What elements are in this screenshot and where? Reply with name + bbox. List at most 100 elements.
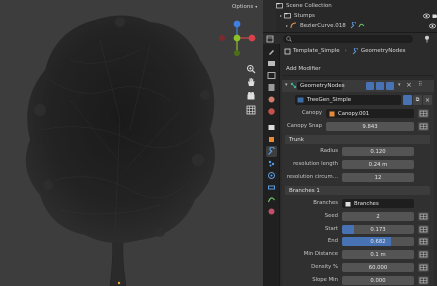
branches-collection-field[interactable]: Branches [342,199,414,208]
tab-tool[interactable] [266,46,277,57]
chevron-right-icon: › [344,48,347,54]
tab-modifiers[interactable] [266,146,277,157]
radius-value: 0.120 [370,148,386,155]
properties-tabs [263,44,280,286]
zoom-icon[interactable] [245,63,256,74]
slope-min-label: Slope Min [312,277,338,283]
canopy-object-field[interactable]: Canopy.001 [326,109,414,118]
search-icon [286,36,292,42]
modifier-header[interactable]: ▾ GeometryNodes ▾ × ⠿ [282,80,434,92]
canopy-value: Canopy.001 [338,110,370,117]
attribute-toggle-icon[interactable] [418,122,429,131]
trunk-section-label: Trunk [289,136,304,143]
collection-icon [345,201,351,206]
y-axis-icon [233,34,241,42]
hand-pan-icon[interactable] [245,76,256,87]
axis-gizmo[interactable] [217,20,257,58]
outliner-row-stumps[interactable]: ▸ Stumps [280,11,437,20]
attribute-toggle-icon[interactable] [418,250,429,259]
curve-object-icon [290,22,297,29]
attribute-toggle-icon[interactable] [418,109,429,118]
resolution-circumference-label: resolution circum… [286,174,338,180]
tab-scene[interactable] [266,94,277,105]
geometry-nodes-modifier-panel: ▾ GeometryNodes ▾ × ⠿ TreeGen_Simple ⧉ ×… [282,80,434,286]
slope-min-field[interactable]: 0.000 [342,276,414,285]
canopy-snap-field[interactable]: 9.843 [326,122,414,131]
density-field[interactable]: 60.000 [342,263,414,272]
density-value: 60.000 [368,264,388,271]
min-distance-field[interactable]: 0.1 m [342,250,414,259]
branches-value: Branches [354,200,379,207]
tab-output[interactable] [266,70,277,81]
eye-icon[interactable] [423,13,430,19]
radius-label: Radius [320,148,338,154]
render-toggle-icon[interactable] [386,82,394,90]
eye-icon[interactable] [429,23,436,29]
attribute-toggle-icon[interactable] [418,225,429,234]
tab-material[interactable] [266,206,277,217]
expand-arrow-icon[interactable]: ▸ [280,13,282,18]
end-slider[interactable]: 0.682 [342,237,414,246]
expand-arrow-icon[interactable]: ▸ [286,23,288,28]
tab-world[interactable] [266,106,277,117]
outliner-row-beziercurve[interactable]: ▸ BezierCurve.018 [286,21,437,30]
duplicate-icon[interactable]: ⧉ [413,95,422,105]
viewport-display-icon[interactable] [376,82,384,90]
breadcrumb-object: Template_Simple [293,48,340,54]
density-label: Density % [311,264,338,270]
breadcrumb-modifier: GeometryNodes [360,48,406,54]
resolution-length-field[interactable]: 0.24 m [342,160,414,169]
attribute-toggle-icon[interactable] [418,237,429,246]
canopy-snap-label: Canopy Snap [286,123,322,129]
collapse-arrow-icon[interactable]: ▾ [285,82,288,88]
drag-handle-icon[interactable]: ⠿ [418,81,423,88]
resolution-circumference-field[interactable]: 12 [342,173,414,182]
slope-min-value: 0.000 [370,277,386,284]
options-dropdown[interactable]: Options ▾ [229,2,260,11]
edit-mode-icon[interactable] [366,82,374,90]
object-icon [284,48,291,54]
camera-view-icon[interactable] [245,90,256,101]
modifier-name-field[interactable]: GeometryNodes [297,82,345,90]
tab-render[interactable] [266,58,277,69]
dropdown-arrow-icon[interactable]: ▾ [398,82,401,88]
tab-object[interactable] [266,134,277,145]
3d-viewport[interactable]: Options ▾ [0,0,263,286]
node-group-selector[interactable]: TreeGen_Simple [295,95,401,105]
grid-ortho-icon[interactable] [245,104,256,115]
attribute-toggle-icon[interactable] [418,212,429,221]
tab-constraints[interactable] [266,182,277,193]
attribute-toggle-icon[interactable] [418,276,429,285]
tab-particles[interactable] [266,158,277,169]
properties-search-input[interactable] [283,35,413,43]
seed-field[interactable]: 2 [342,212,414,221]
branches-section-header: Branches 1 [285,186,430,195]
tab-collection[interactable] [266,122,277,133]
attribute-toggle-icon[interactable] [418,263,429,272]
resolution-circumference-value: 12 [374,174,382,181]
collection-icon [276,3,283,9]
tab-physics[interactable] [266,170,277,181]
outliner-row-scene-collection[interactable]: Scene Collection [276,1,437,10]
branches-section-label: Branches 1 [289,187,320,194]
radius-field[interactable]: 0.120 [342,147,414,156]
start-fill [342,225,355,234]
outliner-label: Scene Collection [286,2,332,9]
unlink-icon[interactable]: × [423,95,432,105]
fake-user-icon[interactable] [403,95,412,105]
outliner: Scene Collection ▸ Stumps ▸ BezierCurve.… [276,0,437,32]
z-axis-icon [233,20,241,28]
render-camera-icon[interactable] [432,13,437,19]
resolution-length-value: 0.24 m [368,161,388,168]
start-slider[interactable]: 0.173 [342,225,414,234]
modifier-wrench-icon [352,47,358,54]
tab-view-layer[interactable] [266,82,277,93]
pin-icon[interactable] [423,35,431,43]
tab-data[interactable] [266,194,277,205]
start-label: Start [325,226,338,232]
editor-type-icon[interactable] [266,35,274,43]
add-modifier-button[interactable]: Add Modifier [282,63,434,76]
close-icon[interactable]: × [406,81,412,89]
node-tree-icon [297,97,304,103]
min-distance-label: Min Distance [303,251,338,257]
